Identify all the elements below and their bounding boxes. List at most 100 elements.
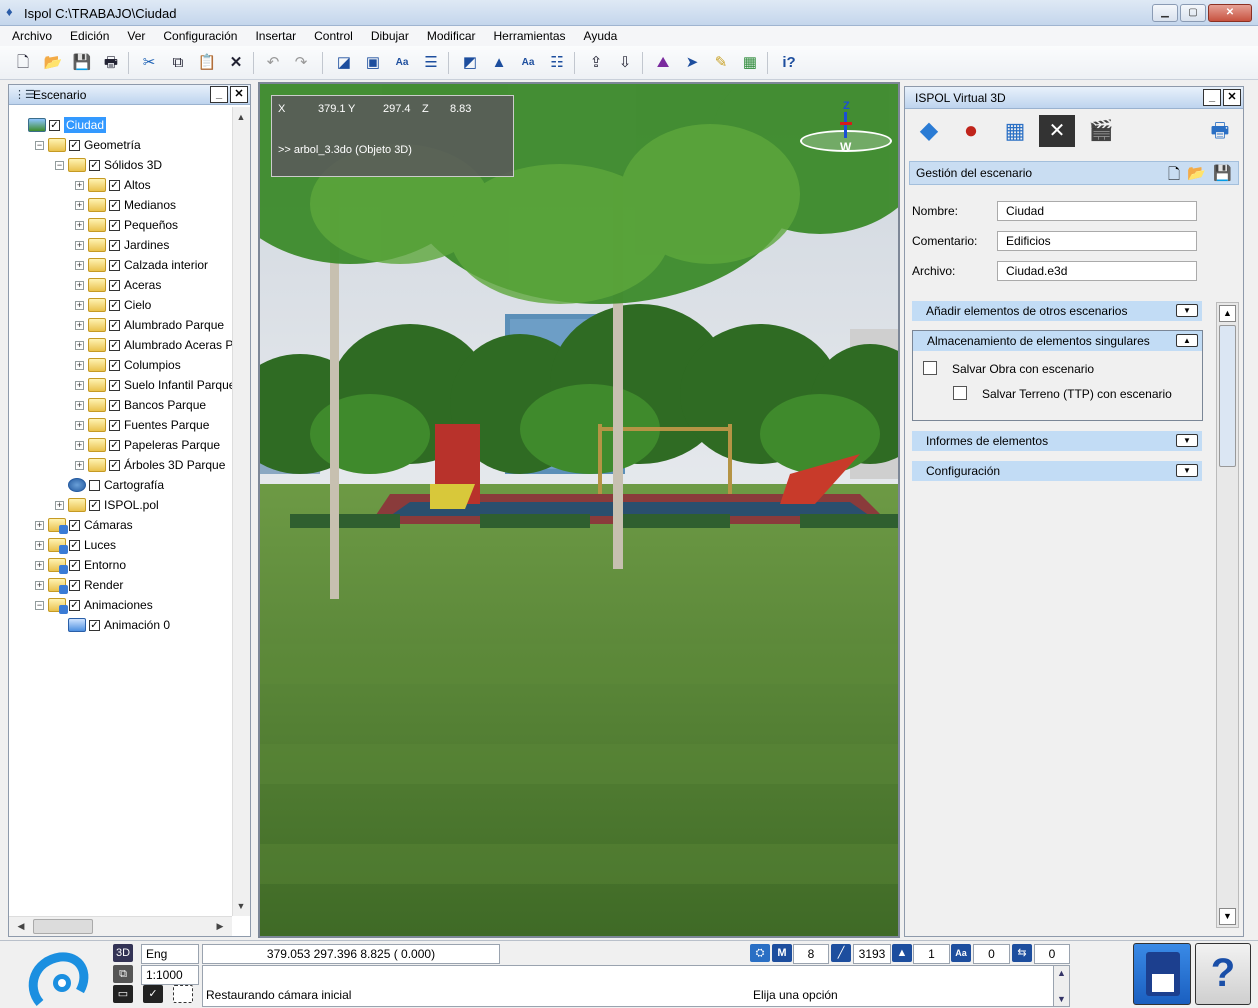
menu-archivo[interactable]: Archivo: [0, 26, 58, 46]
configuration-section[interactable]: Configuración ▼: [912, 461, 1202, 481]
copy-icon[interactable]: ⧉: [167, 52, 189, 74]
maximize-button[interactable]: ▢: [1180, 4, 1206, 22]
message-scrollbar[interactable]: ▲ ▼: [1053, 965, 1070, 1007]
right-panel-scrollbar[interactable]: ▲ ▼: [1216, 302, 1239, 928]
scroll-up-icon[interactable]: ▲: [1219, 305, 1236, 322]
open-folder-icon[interactable]: 📂: [42, 52, 64, 74]
text-icon[interactable]: Aa: [951, 944, 971, 962]
tree-node[interactable]: + ✓ Columpios: [75, 355, 181, 375]
tree-checkbox[interactable]: ✓: [109, 399, 120, 411]
paste-icon[interactable]: 📋: [196, 52, 218, 74]
tree-node[interactable]: ✓ Animación 0: [55, 615, 170, 635]
menu-ver[interactable]: Ver: [115, 26, 151, 46]
tree-checkbox[interactable]: ✓: [49, 119, 60, 131]
view-front-icon[interactable]: ◪: [333, 52, 355, 74]
right-panel-minimize-button[interactable]: _: [1203, 89, 1221, 106]
menu-edicion[interactable]: Edición: [58, 26, 115, 46]
tree-checkbox[interactable]: ✓: [109, 439, 120, 451]
tree-checkbox[interactable]: ✓: [89, 159, 100, 171]
tree-expander-icon[interactable]: −: [55, 160, 64, 170]
delete-icon[interactable]: ✕: [225, 52, 247, 74]
tree-checkbox[interactable]: ✓: [69, 519, 80, 531]
tree-vertical-scrollbar[interactable]: ▲ ▼: [232, 107, 250, 916]
tools-icon[interactable]: ✕: [1039, 115, 1075, 147]
tree-node[interactable]: + ✓ Árboles 3D Parque: [75, 455, 225, 475]
tree-checkbox[interactable]: ✓: [109, 199, 120, 211]
scale-box[interactable]: 1:1000: [141, 965, 199, 985]
tree-node[interactable]: ✓ Ciudad: [15, 115, 107, 135]
m-icon[interactable]: M: [772, 944, 792, 962]
tree-node[interactable]: + ✓ Cámaras: [35, 515, 133, 535]
objects-tool-icon[interactable]: ◆: [911, 115, 947, 147]
terrain-tool-icon[interactable]: ▦: [997, 115, 1033, 147]
view-text-icon[interactable]: Aa: [391, 52, 413, 74]
scroll-up-icon[interactable]: ▲: [233, 109, 249, 125]
import-icon[interactable]: ⇩: [614, 52, 636, 74]
tree-expander-icon[interactable]: −: [35, 140, 44, 150]
view-front-2-icon[interactable]: ◩: [459, 52, 481, 74]
monitor-icon[interactable]: ▭: [113, 985, 133, 1003]
tree-checkbox[interactable]: ✓: [109, 379, 120, 391]
tree-checkbox[interactable]: ✓: [69, 559, 80, 571]
tree-checkbox[interactable]: ✓: [69, 599, 80, 611]
open-scene-icon[interactable]: 📂: [1187, 164, 1206, 182]
tree-expander-icon[interactable]: +: [75, 360, 84, 370]
tree-node[interactable]: + ✓ Fuentes Parque: [75, 415, 209, 435]
close-button[interactable]: ✕: [1208, 4, 1252, 22]
tree-node[interactable]: − ✓ Geometría: [35, 135, 141, 155]
tree-node[interactable]: − ✓ Animaciones: [35, 595, 153, 615]
menu-ayuda[interactable]: Ayuda: [572, 26, 624, 46]
tree-expander-icon[interactable]: +: [35, 580, 44, 590]
tree-expander-icon[interactable]: +: [75, 200, 84, 210]
file-field[interactable]: Ciudad.e3d: [997, 261, 1197, 281]
tree-checkbox[interactable]: ✓: [109, 239, 120, 251]
chevron-down-icon[interactable]: ▼: [1176, 464, 1198, 477]
layer-state-icon[interactable]: ⛭: [750, 944, 770, 962]
save-terrain-checkbox[interactable]: [953, 386, 967, 400]
scroll-up-icon[interactable]: ▲: [1054, 968, 1069, 978]
selection-icon[interactable]: [173, 985, 193, 1003]
tree-node[interactable]: + ✓ Alumbrado Aceras Parque: [75, 335, 232, 355]
print-tool-icon[interactable]: 🖶: [1203, 115, 1237, 147]
materials-tool-icon[interactable]: ●: [953, 115, 989, 147]
tree-node[interactable]: + ✓ Papeleras Parque: [75, 435, 220, 455]
tree-expander-icon[interactable]: +: [35, 520, 44, 530]
menu-modificar[interactable]: Modificar: [415, 26, 482, 46]
scroll-thumb[interactable]: [33, 919, 93, 934]
scroll-left-icon[interactable]: ◀: [13, 918, 29, 934]
tree-node[interactable]: − ✓ Sólidos 3D: [55, 155, 162, 175]
tree-expander-icon[interactable]: +: [75, 320, 84, 330]
save-icon[interactable]: 💾: [71, 52, 93, 74]
tree-expander-icon[interactable]: +: [35, 540, 44, 550]
tree-node[interactable]: + ✓ Cielo: [75, 295, 151, 315]
add-elements-section[interactable]: Añadir elementos de otros escenarios ▼: [912, 301, 1202, 321]
tree-checkbox[interactable]: ✓: [109, 279, 120, 291]
print-icon[interactable]: 🖶: [100, 52, 122, 74]
tree-expander-icon[interactable]: +: [55, 500, 64, 510]
right-panel-close-button[interactable]: ✕: [1223, 89, 1241, 106]
reports-section[interactable]: Informes de elementos ▼: [912, 431, 1202, 451]
save-scene-icon[interactable]: 💾: [1213, 164, 1232, 182]
compass-icon[interactable]: Z W: [800, 100, 892, 156]
scroll-down-icon[interactable]: ▼: [1054, 994, 1069, 1004]
layers-icon[interactable]: ⇆: [1012, 944, 1032, 962]
scale-icon[interactable]: ⧉: [113, 965, 133, 983]
new-file-icon[interactable]: 🗋: [12, 52, 34, 74]
redo-icon[interactable]: ↷: [290, 52, 312, 74]
tree-checkbox[interactable]: ✓: [69, 139, 80, 151]
view-top-2-icon[interactable]: ▲: [488, 52, 510, 74]
menu-configuracion[interactable]: Configuración: [151, 26, 243, 46]
menu-herramientas[interactable]: Herramientas: [482, 26, 572, 46]
view-layers-2-icon[interactable]: ☷: [546, 52, 568, 74]
mode-box[interactable]: Eng Libre: [141, 944, 199, 979]
tree-node[interactable]: + ✓ Aceras: [75, 275, 161, 295]
tree-expander-icon[interactable]: +: [35, 560, 44, 570]
tree-expander-icon[interactable]: +: [75, 400, 84, 410]
new-scene-icon[interactable]: 🗋: [1168, 164, 1180, 189]
scroll-right-icon[interactable]: ▶: [212, 918, 228, 934]
tree-checkbox[interactable]: ✓: [109, 179, 120, 191]
view-top-icon[interactable]: ▣: [362, 52, 384, 74]
panel-minimize-button[interactable]: _: [210, 86, 228, 103]
name-field[interactable]: Ciudad: [997, 201, 1197, 221]
scroll-down-icon[interactable]: ▼: [1219, 908, 1236, 925]
